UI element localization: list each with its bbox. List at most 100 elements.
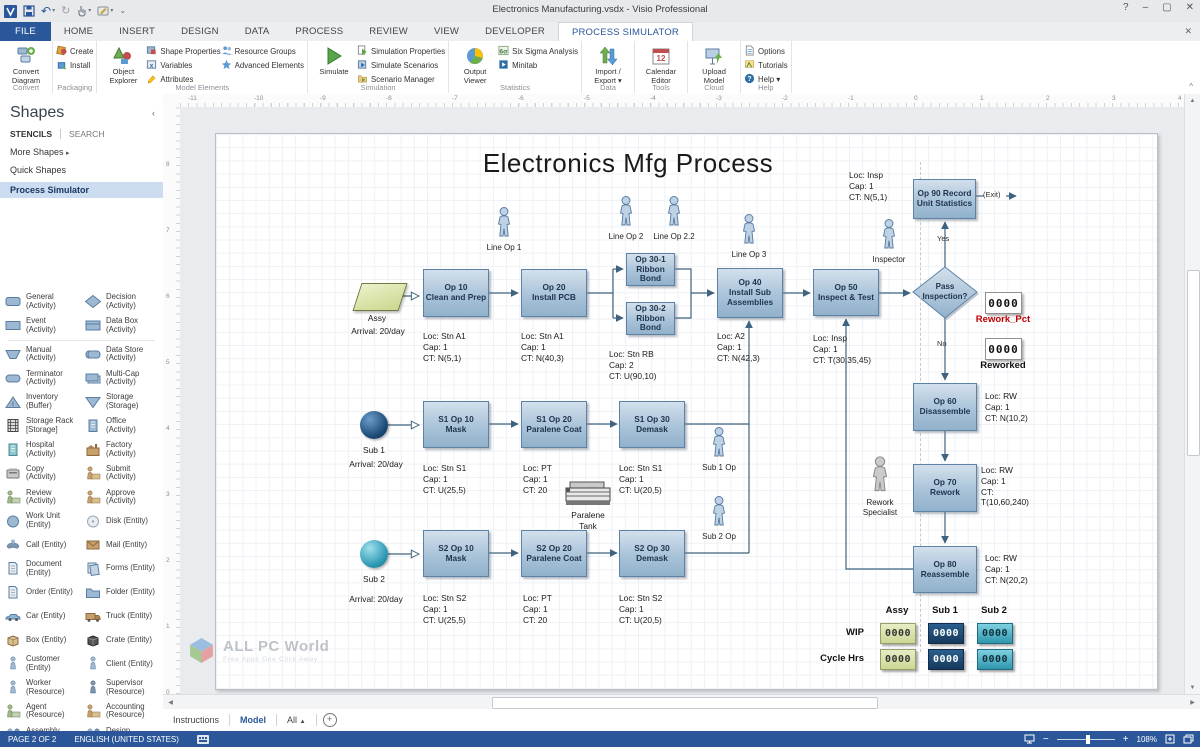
shape-master-data-box-activity[interactable]: Data Box (Activity) xyxy=(80,314,160,338)
scroll-down-icon[interactable]: ▼ xyxy=(1185,681,1200,694)
person-line-op2-2[interactable]: Line Op 2.2 xyxy=(644,196,704,242)
shape-master-hospital-activity[interactable]: Hospital (Activity) xyxy=(0,438,80,462)
ribbon-tab-review[interactable]: REVIEW xyxy=(356,22,421,41)
shape-master-customer-entity[interactable]: Customer (Entity) xyxy=(0,652,80,676)
drawing-page[interactable]: Electronics Mfg Process Op 10Clean and P… xyxy=(215,133,1158,690)
shape-master-storage-rack-storage[interactable]: Storage Rack [Storage] xyxy=(0,414,80,438)
simulate-button[interactable]: Simulate xyxy=(311,42,357,77)
shape-master-accounting-resource[interactable]: Accounting (Resource) xyxy=(80,700,160,724)
six-sigma-analysis-button[interactable]: 6σSix Sigma Analysis xyxy=(498,45,578,58)
zoom-slider[interactable] xyxy=(1057,739,1115,740)
shape-master-data-store-activity[interactable]: Data Store (Activity) xyxy=(80,343,160,367)
object-explorer-button[interactable]: Object Explorer xyxy=(100,42,146,85)
quick-shapes-item[interactable]: Quick Shapes xyxy=(10,165,163,175)
ribbon-tab-data[interactable]: DATA xyxy=(232,22,283,41)
shape-master-forms-entity[interactable]: Forms (Entity) xyxy=(80,557,160,581)
ribbon-tab-process[interactable]: PROCESS xyxy=(282,22,356,41)
shape-master-crate-entity[interactable]: Crate (Entity) xyxy=(80,628,160,652)
shape-master-event-activity[interactable]: Event (Activity) xyxy=(0,314,80,338)
person-rework-spec[interactable]: ReworkSpecialist xyxy=(850,456,910,517)
shape-master-truck-entity[interactable]: Truck (Entity) xyxy=(80,604,160,628)
node-s2op30[interactable]: S2 Op 30Demask xyxy=(619,530,685,577)
shape-master-office-activity[interactable]: Office (Activity) xyxy=(80,414,160,438)
node-op40[interactable]: Op 40Install SubAssemblies xyxy=(717,268,783,318)
node-op80[interactable]: Op 80Reassemble xyxy=(913,546,977,593)
equipment-paralene-tank[interactable] xyxy=(564,478,614,513)
shape-master-approve-activity[interactable]: Approve (Activity) xyxy=(80,485,160,509)
node-s1op20[interactable]: S1 Op 20Paralene Coat xyxy=(521,401,587,448)
node-s1op30[interactable]: S1 Op 30Demask xyxy=(619,401,685,448)
shape-master-folder-entity[interactable]: Folder (Entity) xyxy=(80,581,160,605)
horizontal-scrollbar[interactable]: ◀ ▶ xyxy=(163,694,1200,710)
ribbon-tab-insert[interactable]: INSERT xyxy=(106,22,168,41)
language-indicator[interactable]: ENGLISH (UNITED STATES) xyxy=(74,735,179,744)
fit-page-icon[interactable] xyxy=(1165,734,1175,744)
entity-sub2[interactable] xyxy=(360,540,388,568)
shape-master-agent-resource[interactable]: Agent (Resource) xyxy=(0,700,80,724)
convert-diagram-button[interactable]: Convert Diagram xyxy=(3,42,49,85)
shape-master-worker-resource[interactable]: Worker (Resource) xyxy=(0,676,80,700)
shape-master-mail-entity[interactable]: Mail (Entity) xyxy=(80,533,160,557)
scroll-left-icon[interactable]: ◀ xyxy=(164,696,177,709)
shape-master-storage-storage[interactable]: Storage (Storage) xyxy=(80,390,160,414)
ribbon-tab-file[interactable]: FILE xyxy=(0,22,51,41)
shape-master-design-resource[interactable]: Design (Resource) xyxy=(80,723,160,731)
shape-master-copy-activity[interactable]: Copy (Activity) xyxy=(0,462,80,486)
close-document-button[interactable]: ✕ xyxy=(1184,26,1192,37)
shape-master-general-activity[interactable]: General (Activity) xyxy=(0,290,80,314)
shape-master-disk-entity[interactable]: Disk (Entity) xyxy=(80,509,160,533)
node-op10[interactable]: Op 10Clean and Prep xyxy=(423,269,489,317)
vertical-scroll-thumb[interactable] xyxy=(1187,270,1200,456)
person-sub2-op[interactable]: Sub 2 Op xyxy=(689,496,749,542)
add-page-button[interactable]: + xyxy=(323,713,337,727)
vertical-scrollbar[interactable]: ▲ ▼ xyxy=(1184,94,1200,694)
shape-master-review-activity[interactable]: Review (Activity) xyxy=(0,485,80,509)
scroll-right-icon[interactable]: ▶ xyxy=(1186,696,1199,709)
zoom-in-icon[interactable]: + xyxy=(1123,734,1129,745)
minimize-button[interactable]: – xyxy=(1143,2,1149,13)
shape-master-car-entity[interactable]: Car (Entity) xyxy=(0,604,80,628)
close-button[interactable]: ✕ xyxy=(1186,2,1194,13)
node-op60[interactable]: Op 60Disassemble xyxy=(913,383,977,431)
variables-button[interactable]: xVariables xyxy=(146,59,220,72)
restore-button[interactable]: ▢ xyxy=(1162,2,1171,13)
tab-stencils[interactable]: STENCILS xyxy=(10,129,52,139)
shape-master-decision-activity[interactable]: Decision (Activity) xyxy=(80,290,160,314)
presentation-mode-icon[interactable] xyxy=(1024,734,1035,744)
ribbon-tab-view[interactable]: VIEW xyxy=(421,22,472,41)
ribbon-tab-process-simulator[interactable]: PROCESS SIMULATOR xyxy=(558,22,693,41)
upload-model-button[interactable]: Upload Model xyxy=(691,42,737,85)
tab-search[interactable]: SEARCH xyxy=(69,129,104,139)
shape-master-factory-activity[interactable]: Factory (Activity) xyxy=(80,438,160,462)
resource-groups-button[interactable]: Resource Groups xyxy=(221,45,304,58)
node-op20[interactable]: Op 20Install PCB xyxy=(521,269,587,317)
shape-master-document-entity[interactable]: Document (Entity) xyxy=(0,557,80,581)
person-sub1-op[interactable]: Sub 1 Op xyxy=(689,427,749,473)
zoom-level[interactable]: 108% xyxy=(1137,735,1157,744)
help-button[interactable]: ? xyxy=(1123,2,1129,13)
node-op30-1[interactable]: Op 30-1RibbonBond xyxy=(626,253,675,286)
ribbon-tab-design[interactable]: DESIGN xyxy=(168,22,232,41)
node-s2op10[interactable]: S2 Op 10Mask xyxy=(423,530,489,577)
ribbon-tab-developer[interactable]: DEVELOPER xyxy=(472,22,558,41)
import-export-button[interactable]: Import / Export ▾ xyxy=(585,42,631,85)
shape-master-submit-activity[interactable]: Submit (Activity) xyxy=(80,462,160,486)
node-op50[interactable]: Op 50Inspect & Test xyxy=(813,269,879,316)
install-button[interactable]: Install xyxy=(56,59,93,72)
shape-master-inventory-buffer[interactable]: IInventory (Buffer) xyxy=(0,390,80,414)
page-tab-all[interactable]: All ▲ xyxy=(277,715,315,725)
drawing-canvas[interactable]: Electronics Mfg Process Op 10Clean and P… xyxy=(180,107,1184,694)
page-tab-model[interactable]: Model xyxy=(230,715,276,725)
more-shapes-item[interactable]: More Shapes ▸ xyxy=(10,147,163,157)
switch-windows-icon[interactable] xyxy=(1183,734,1194,744)
simulate-scenarios-button[interactable]: Simulate Scenarios xyxy=(357,59,445,72)
person-line-op3[interactable]: Line Op 3 xyxy=(719,214,779,260)
shape-properties-button[interactable]: Shape Properties xyxy=(146,45,220,58)
shape-master-multi-cap-activity[interactable]: Multi-Cap (Activity) xyxy=(80,366,160,390)
node-s2op20[interactable]: S2 Op 20Paralene Coat xyxy=(521,530,587,577)
node-op70[interactable]: Op 70Rework xyxy=(913,464,977,512)
zoom-out-icon[interactable]: − xyxy=(1043,734,1049,745)
entity-sub1[interactable] xyxy=(360,411,388,439)
shape-master-terminator-activity[interactable]: Terminator (Activity) xyxy=(0,366,80,390)
ribbon-tab-home[interactable]: HOME xyxy=(51,22,106,41)
